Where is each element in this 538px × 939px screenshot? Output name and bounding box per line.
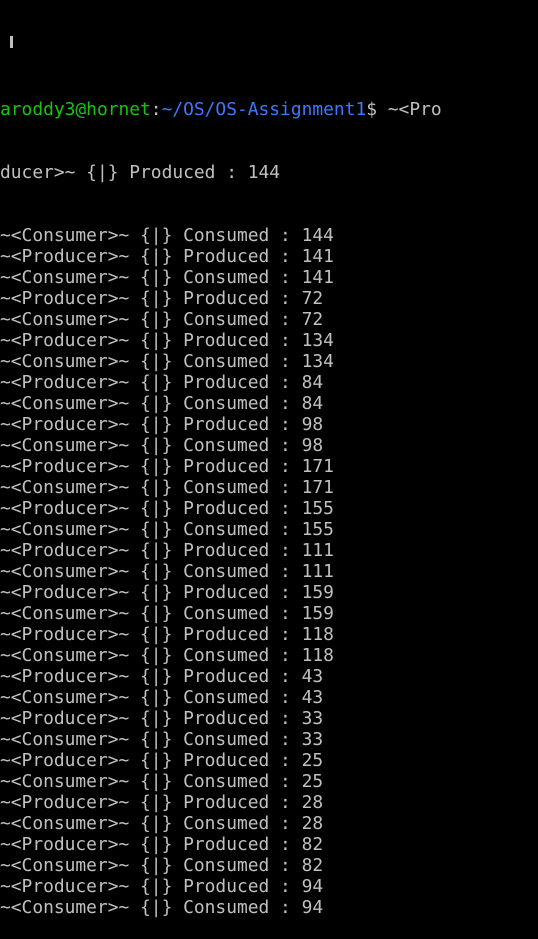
output-line: ~<Consumer>~ {|} Consumed : 82 — [0, 855, 324, 876]
output-line: ~<Producer>~ {|} Produced : 94 — [0, 876, 324, 897]
output-line: ~<Consumer>~ {|} Consumed : 155 — [0, 519, 334, 540]
output-line: ~<Consumer>~ {|} Consumed : 144 — [0, 225, 334, 246]
output-line: ~<Consumer>~ {|} Consumed : 72 — [0, 309, 324, 330]
output-line: ~<Producer>~ {|} Produced : 159 — [0, 582, 334, 603]
prompt-user-host: aroddy3@hornet — [0, 99, 151, 120]
output-line: ~<Producer>~ {|} Produced : 82 — [0, 834, 324, 855]
output-line: ~<Consumer>~ {|} Consumed : 118 — [0, 645, 334, 666]
terminal-output[interactable]: {|} aroddy3@hornet:~/OS/OS-Assignment1$ … — [0, 0, 538, 939]
output-line: ~<Producer>~ {|} Produced : 134 — [0, 330, 334, 351]
output-line: ~<Producer>~ {|} Produced : 33 — [0, 708, 324, 729]
prompt-line: aroddy3@hornet:~/OS/OS-Assignment1$ ~<Pr… — [0, 99, 538, 120]
output-line: ~<Consumer>~ {|} Consumed : 25 — [0, 771, 324, 792]
output-line: ~<Consumer>~ {|} Consumed : 134 — [0, 351, 334, 372]
prompt-input: ~<Pro — [377, 99, 442, 120]
output-line: ~<Producer>~ {|} Produced : 28 — [0, 792, 324, 813]
output-line: ~<Producer>~ {|} Produced : 111 — [0, 540, 334, 561]
output-line: ~<Producer>~ {|} Produced : 118 — [0, 624, 334, 645]
stray-cursor — [10, 36, 13, 48]
output-line: ~<Producer>~ {|} Produced : 72 — [0, 288, 324, 309]
output-line: ~<Consumer>~ {|} Consumed : 141 — [0, 267, 334, 288]
prompt-separator: : — [150, 99, 162, 120]
output-line: ~<Consumer>~ {|} Consumed : 171 — [0, 477, 334, 498]
prompt-symbol: $ — [366, 99, 378, 120]
wrapped-output-line: ducer>~ {|} Produced : 144 — [0, 162, 281, 183]
output-line: ~<Consumer>~ {|} Consumed : 33 — [0, 729, 324, 750]
output-log: ~<Consumer>~ {|} Consumed : 144 ~<Produce… — [0, 225, 538, 918]
output-line: ~<Producer>~ {|} Produced : 43 — [0, 666, 324, 687]
output-line: ~<Producer>~ {|} Produced : 25 — [0, 750, 324, 771]
partial-top-line: {|} — [0, 36, 538, 57]
output-line: ~<Consumer>~ {|} Consumed : 111 — [0, 561, 334, 582]
output-line: ~<Producer>~ {|} Produced : 84 — [0, 372, 324, 393]
output-line: ~<Consumer>~ {|} Consumed : 98 — [0, 435, 324, 456]
output-line: ~<Consumer>~ {|} Consumed : 84 — [0, 393, 324, 414]
output-line: ~<Producer>~ {|} Produced : 155 — [0, 498, 334, 519]
prompt-path: ~/OS/OS-Assignment1 — [161, 99, 367, 120]
output-line: ~<Producer>~ {|} Produced : 98 — [0, 414, 324, 435]
output-line: ~<Consumer>~ {|} Consumed : 94 — [0, 897, 324, 918]
output-line: ~<Consumer>~ {|} Consumed : 43 — [0, 687, 324, 708]
output-line: ~<Consumer>~ {|} Consumed : 28 — [0, 813, 324, 834]
output-line: ~<Producer>~ {|} Produced : 141 — [0, 246, 334, 267]
output-line: ~<Consumer>~ {|} Consumed : 159 — [0, 603, 334, 624]
output-line: ~<Producer>~ {|} Produced : 171 — [0, 456, 334, 477]
